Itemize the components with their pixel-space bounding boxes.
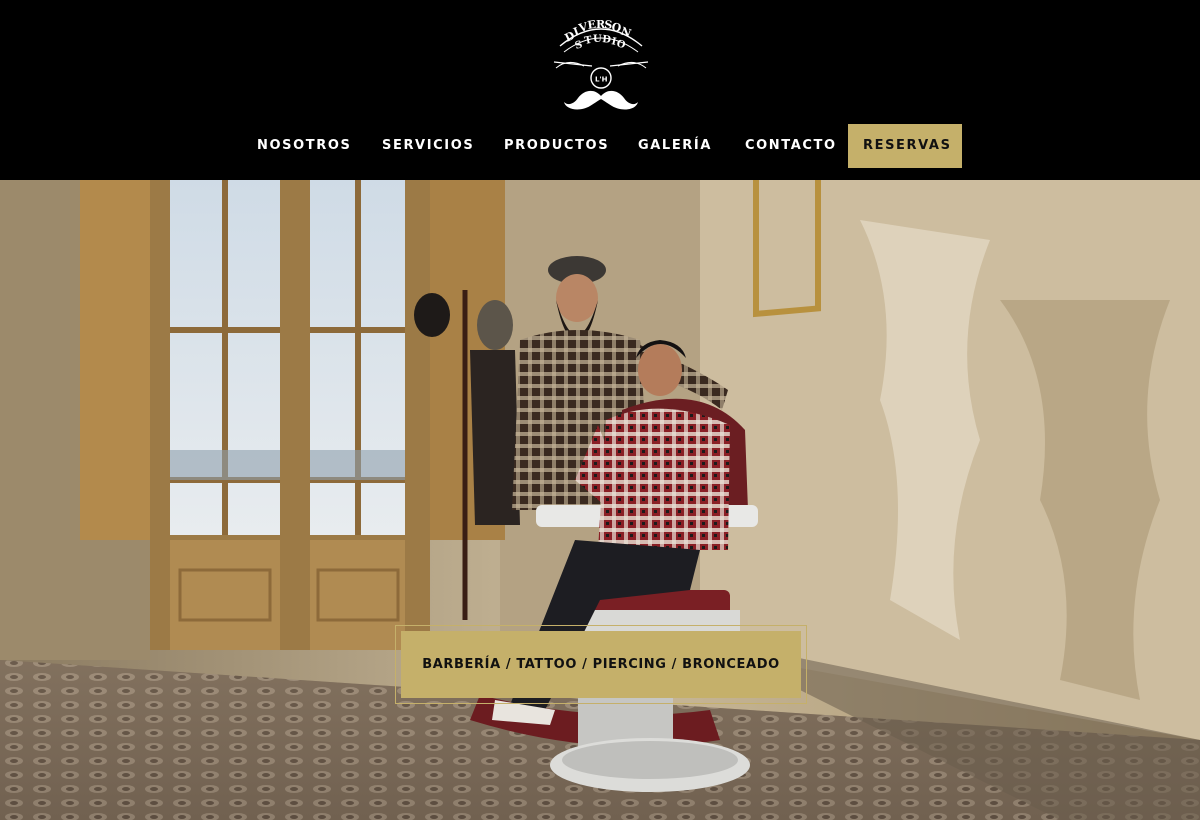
nav-item-contacto[interactable]: CONTACTO [745,124,837,168]
svg-text:L'H: L'H [595,76,608,84]
hero-section: BARBERÍA / TATTOO / PIERCING / BRONCEADO [0,180,1200,820]
nav-item-productos[interactable]: PRODUCTOS [504,124,609,168]
svg-text:O: O [615,38,627,51]
nav-item-nosotros[interactable]: NOSOTROS [257,124,351,168]
main-nav: NOSOTROS SERVICIOS PRODUCTOS GALERÍA CON… [0,124,1200,168]
brand-logo[interactable]: D I V E R S O N S T U D I O L'H [548,16,654,112]
hero-photo [0,180,1200,820]
reservas-button[interactable]: RESERVAS [848,124,962,168]
nav-item-servicios[interactable]: SERVICIOS [382,124,474,168]
svg-text:T: T [584,35,594,47]
svg-text:U: U [593,34,602,45]
nav-item-galeria[interactable]: GALERÍA [638,124,712,168]
mustache-logo-icon: D I V E R S O N S T U D I O L'H [553,18,649,110]
site-header: D I V E R S O N S T U D I O L'H NOSOTROS… [0,0,1200,180]
services-banner-button[interactable]: BARBERÍA / TATTOO / PIERCING / BRONCEADO [401,631,801,698]
